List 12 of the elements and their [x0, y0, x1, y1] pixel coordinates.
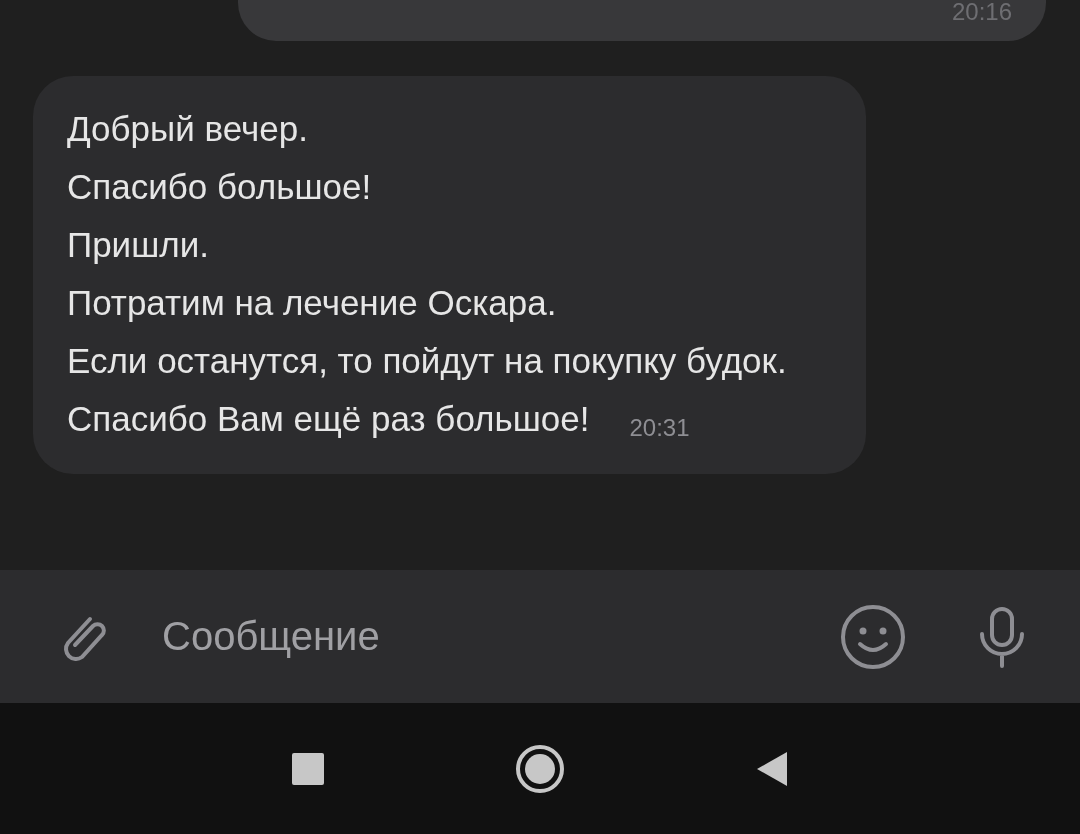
square-icon[interactable] [291, 751, 325, 786]
message-time: 20:31 [629, 413, 690, 443]
message-text: Пришли. [67, 224, 209, 266]
smiley-icon[interactable] [840, 603, 906, 670]
message-text: Спасибо Вам ещё раз большое! [67, 398, 590, 440]
back-icon[interactable] [755, 749, 789, 788]
message-text: Добрый вечер. [67, 108, 308, 150]
message-text: Если останутся, то пойдут на покупку будок. [67, 340, 787, 382]
message-text: Спасибо большое! [67, 166, 372, 208]
message-time: 20:16 [951, 0, 1012, 24]
home-icon[interactable] [515, 743, 565, 794]
message-text: Потратим на лечение Оскара. [67, 282, 557, 324]
